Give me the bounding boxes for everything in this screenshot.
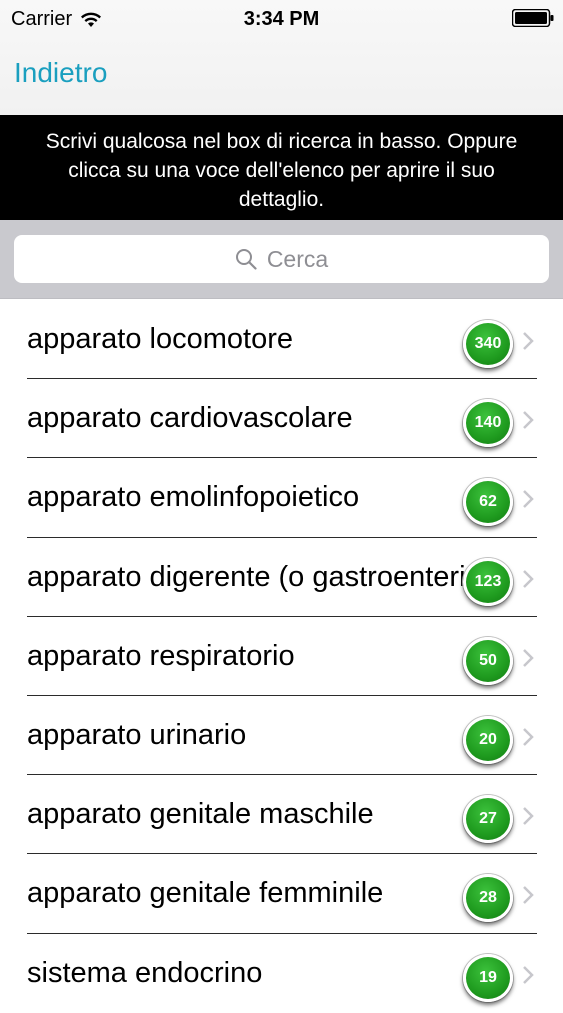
list-item[interactable]: apparato digerente (o gastroenterico) 12… bbox=[0, 538, 563, 617]
chevron-right-icon bbox=[523, 648, 534, 667]
count-badge: 28 bbox=[463, 874, 513, 923]
list-item[interactable]: apparato cardiovascolare 140 bbox=[0, 379, 563, 459]
back-button[interactable]: Indietro bbox=[14, 57, 107, 89]
status-time: 3:34 PM bbox=[243, 8, 320, 30]
search-icon bbox=[235, 249, 257, 270]
chevron-right-icon bbox=[523, 332, 534, 350]
count-badge: 340 bbox=[463, 320, 513, 368]
chevron-right-icon bbox=[523, 886, 534, 905]
list-item[interactable]: apparato respiratorio 50 bbox=[0, 617, 563, 696]
category-list: apparato locomotore 340 apparato cardiov… bbox=[0, 300, 563, 1013]
chevron-right-icon bbox=[523, 807, 534, 826]
list-item-label: apparato emolinfopoietico bbox=[27, 481, 360, 514]
list-item-label: apparato cardiovascolare bbox=[27, 402, 353, 435]
chevron-right-icon bbox=[523, 728, 534, 746]
list-item-label: sistema endocrino bbox=[27, 956, 263, 989]
list-item-label: apparato respiratorio bbox=[27, 639, 295, 672]
list-item-label: apparato genitale femminile bbox=[27, 877, 384, 910]
count-badge: 27 bbox=[463, 795, 513, 844]
list-item-label: apparato urinario bbox=[27, 719, 247, 752]
count-badge: 140 bbox=[463, 399, 513, 448]
count-badge: 123 bbox=[463, 557, 513, 606]
chevron-right-icon bbox=[523, 411, 534, 430]
battery-icon bbox=[512, 9, 554, 27]
list-item[interactable]: apparato urinario 20 bbox=[0, 696, 563, 776]
navigation-bar: Carrier 3:34 PM Indietro bbox=[0, 0, 563, 116]
count-badge: 50 bbox=[463, 636, 513, 685]
list-item[interactable]: sistema endocrino 19 bbox=[0, 934, 563, 1013]
list-item-label: apparato locomotore bbox=[27, 323, 293, 356]
list-item[interactable]: apparato emolinfopoietico 62 bbox=[0, 458, 563, 538]
list-item[interactable]: apparato genitale femminile 28 bbox=[0, 854, 563, 934]
chevron-right-icon bbox=[523, 490, 534, 509]
search-bar: Cerca bbox=[0, 220, 563, 299]
search-input[interactable]: Cerca bbox=[14, 235, 549, 283]
list-item-label: apparato digerente (o gastroenterico) bbox=[27, 560, 467, 593]
info-line: Scrivi qualcosa nel box di ricerca in ba… bbox=[45, 130, 518, 153]
list-item-label: apparato genitale maschile bbox=[27, 798, 374, 831]
chevron-right-icon bbox=[523, 569, 534, 588]
count-badge: 20 bbox=[463, 715, 513, 764]
list-item[interactable]: apparato locomotore 340 bbox=[0, 300, 563, 380]
info-line: dettaglio. bbox=[238, 188, 325, 211]
count-badge: 19 bbox=[463, 953, 513, 1002]
info-line: clicca su una voce dell'elenco per aprir… bbox=[68, 159, 495, 182]
search-placeholder: Cerca bbox=[266, 245, 329, 272]
list-item[interactable]: apparato genitale maschile 27 bbox=[0, 775, 563, 855]
count-badge: 62 bbox=[463, 478, 513, 527]
info-banner: Scrivi qualcosa nel box di ricerca in ba… bbox=[0, 115, 563, 220]
chevron-right-icon bbox=[523, 965, 534, 984]
